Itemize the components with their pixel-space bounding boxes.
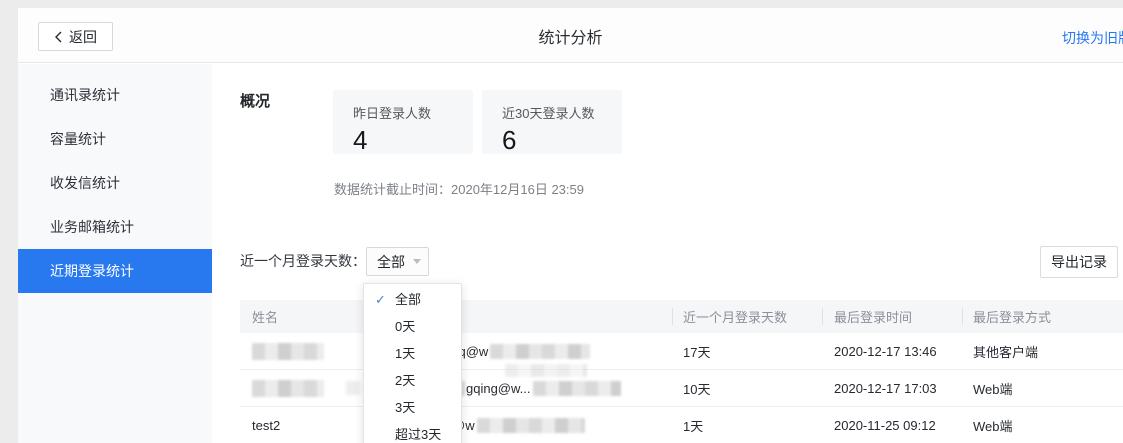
redacted-account [490, 344, 590, 359]
login-days-filter-label: 近一个月登录天数： [240, 247, 366, 276]
login-days-dropdown-menu: ✓ 全部 0天 1天 2天 3天 超过3天 [363, 283, 462, 443]
menu-option-label: 0天 [395, 319, 415, 334]
cell-login-days: 1天 [672, 407, 822, 443]
page-title: 统计分析 [18, 8, 1123, 63]
menu-option-label: 3天 [395, 400, 415, 415]
cell-last-login-method: 其他客户端 [962, 333, 1123, 369]
menu-option-1-day[interactable]: 1天 [364, 340, 461, 367]
redacted-name [252, 380, 324, 397]
sidebar-item-recent-login-stats[interactable]: 近期登录统计 [18, 249, 212, 293]
panel-header: 返回 统计分析 切换为旧版 [18, 8, 1123, 63]
menu-option-label: 全部 [395, 292, 421, 307]
column-header-last-login-method: 最后登录方式 [962, 300, 1123, 333]
cell-account: @w [440, 407, 672, 443]
sidebar-item-business-mailbox-stats[interactable]: 业务邮箱统计 [18, 205, 212, 249]
cell-last-login-method: Web端 [962, 407, 1123, 443]
statistics-analysis-page: 返回 统计分析 切换为旧版 通讯录统计 容量统计 收发信统计 业务邮箱统计 近期… [0, 0, 1123, 443]
data-cutoff-note: 数据统计截止时间：2020年12月16日 23:59 [334, 179, 584, 198]
menu-option-label: 1天 [395, 346, 415, 361]
stat-card-yesterday-logins: 昨日登录人数 4 [333, 90, 473, 154]
stat-card-value: 6 [502, 125, 622, 156]
menu-option-3-days[interactable]: 3天 [364, 394, 461, 421]
check-icon: ✓ [375, 286, 386, 313]
sidebar: 通讯录统计 容量统计 收发信统计 业务邮箱统计 近期登录统计 [18, 64, 212, 443]
sidebar-item-capacity-stats[interactable]: 容量统计 [18, 117, 212, 161]
column-header-login-days: 近一个月登录天数 [672, 300, 822, 333]
stat-card-label: 昨日登录人数 [353, 103, 473, 122]
menu-option-label: 超过3天 [395, 427, 441, 442]
menu-option-2-days[interactable]: 2天 [364, 367, 461, 394]
redacted-patch [505, 364, 587, 377]
overview-section-label: 概况 [240, 90, 270, 111]
cell-last-login-time: 2020-11-25 09:12 [822, 407, 962, 443]
redacted-name [252, 343, 324, 360]
menu-option-0-days[interactable]: 0天 [364, 313, 461, 340]
cell-last-login-time: 2020-12-17 17:03 [822, 370, 962, 406]
stat-card-value: 4 [353, 125, 473, 156]
redacted-account [477, 418, 585, 433]
export-records-button[interactable]: 导出记录 [1040, 246, 1118, 278]
login-days-select-value: 全部 [377, 252, 405, 272]
account-fragment: gqing@w... [466, 381, 531, 396]
menu-option-label: 2天 [395, 373, 415, 388]
cell-last-login-time: 2020-12-17 13:46 [822, 333, 962, 369]
redacted-account [533, 381, 621, 396]
cell-login-days: 10天 [672, 370, 822, 406]
cell-last-login-method: Web端 [962, 370, 1123, 406]
sidebar-item-contacts-stats[interactable]: 通讯录统计 [18, 73, 212, 117]
sidebar-item-mail-send-receive-stats[interactable]: 收发信统计 [18, 161, 212, 205]
menu-option-all[interactable]: ✓ 全部 [364, 286, 461, 313]
column-header-account [440, 300, 672, 333]
switch-to-old-version-link[interactable]: 切换为旧版 [1062, 28, 1123, 48]
menu-option-over-3-days[interactable]: 超过3天 [364, 421, 461, 443]
main-panel: 返回 统计分析 切换为旧版 通讯录统计 容量统计 收发信统计 业务邮箱统计 近期… [18, 8, 1123, 443]
login-days-select[interactable]: 全部 [366, 247, 429, 276]
column-header-last-login-time: 最后登录时间 [822, 300, 962, 333]
stat-card-label: 近30天登录人数 [502, 103, 622, 122]
cell-login-days: 17天 [672, 333, 822, 369]
stat-card-30day-logins: 近30天登录人数 6 [482, 90, 622, 154]
redacted-name-extra [346, 381, 362, 395]
caret-down-icon [413, 259, 421, 264]
